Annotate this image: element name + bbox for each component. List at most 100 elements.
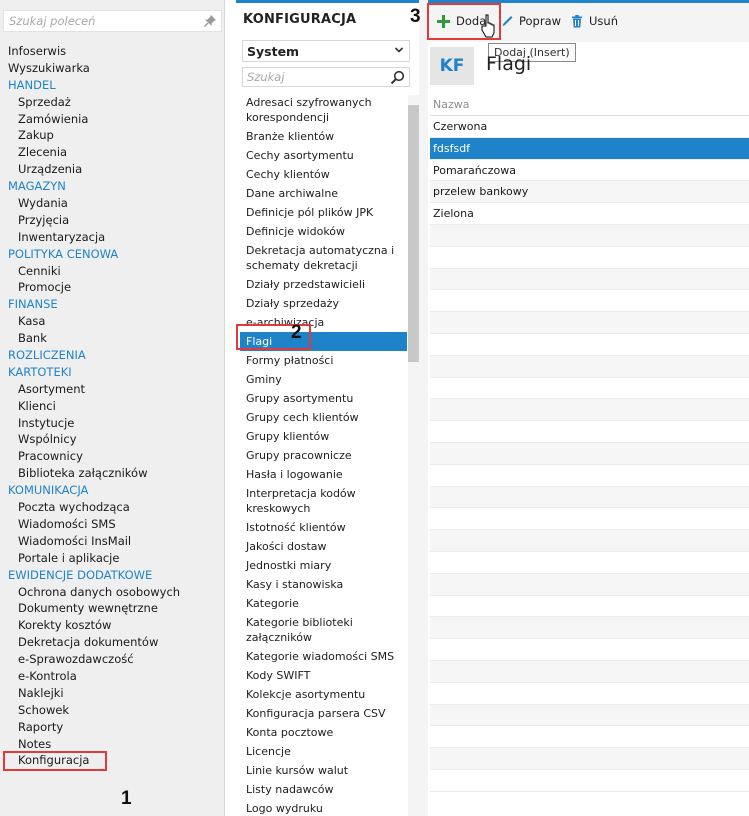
nav-item-raporty[interactable]: Raporty xyxy=(0,719,225,736)
config-item-jakosci-dostaw[interactable]: Jakości dostaw xyxy=(240,537,407,556)
nav-item-pracownicy[interactable]: Pracownicy xyxy=(0,448,225,465)
table-row[interactable]: Czerwona xyxy=(430,116,749,138)
config-item-konta-pocztowe[interactable]: Konta pocztowe xyxy=(240,723,407,742)
command-search-input[interactable] xyxy=(4,11,194,31)
nav-item-urzadzenia[interactable]: Urządzenia xyxy=(0,161,225,178)
nav-item-biblioteka-zalacznikow[interactable]: Biblioteka załączników xyxy=(0,465,225,482)
config-item-kategorie-wiadomosci-sms[interactable]: Kategorie wiadomości SMS xyxy=(240,647,407,666)
nav-item-wyszukiwarka[interactable]: Wyszukiwarka xyxy=(0,60,225,77)
table-row[interactable]: przelew bankowy xyxy=(430,181,749,204)
config-item-cechy-klientow[interactable]: Cechy klientów xyxy=(240,165,407,184)
pin-icon[interactable] xyxy=(203,14,217,28)
config-item-cechy-asortymentu[interactable]: Cechy asortymentu xyxy=(240,146,407,165)
nav-item-schowek[interactable]: Schowek xyxy=(0,702,225,719)
nav-section-finanse[interactable]: FINANSE xyxy=(0,296,225,313)
config-item-jednostki-miary[interactable]: Jednostki miary xyxy=(240,556,407,575)
nav-item-zakup[interactable]: Zakup xyxy=(0,127,225,144)
nav-section-komunikacja[interactable]: KOMUNIKACJA xyxy=(0,482,225,499)
nav-item-klienci[interactable]: Klienci xyxy=(0,398,225,415)
command-search[interactable] xyxy=(3,10,222,32)
nav-item-notes[interactable]: Notes xyxy=(0,736,225,753)
nav-item-wydania[interactable]: Wydania xyxy=(0,195,225,212)
nav-item-inwentaryzacja[interactable]: Inwentaryzacja xyxy=(0,229,225,246)
kf-badge: KF xyxy=(430,47,474,85)
search-icon[interactable] xyxy=(390,70,405,85)
panel-divider[interactable] xyxy=(419,0,428,816)
config-item-dzialy-sprzedazy[interactable]: Działy sprzedaży xyxy=(240,294,407,313)
column-header-name[interactable]: Nazwa xyxy=(430,93,749,116)
config-item-dzialy-przedstawicieli[interactable]: Działy przedstawicieli xyxy=(240,275,407,294)
config-item-formy-platnosci[interactable]: Formy płatności xyxy=(240,351,407,370)
nav-item-cenniki[interactable]: Cenniki xyxy=(0,263,225,280)
config-item-konfiguracja-parsera-csv[interactable]: Konfiguracja parsera CSV xyxy=(240,704,407,723)
nav-item-sprzedaz[interactable]: Sprzedaż xyxy=(0,94,225,111)
nav-item-infoserwis[interactable]: Infoserwis xyxy=(0,43,225,60)
config-item-grupy-cech-klientow[interactable]: Grupy cech klientów xyxy=(240,408,407,427)
config-item-hasla-i-logowanie[interactable]: Hasła i logowanie xyxy=(240,465,407,484)
config-item-grupy-klientow[interactable]: Grupy klientów xyxy=(240,427,407,446)
nav-item-naklejki[interactable]: Naklejki xyxy=(0,685,225,702)
nav-item-wiadomosci-sms[interactable]: Wiadomości SMS xyxy=(0,516,225,533)
config-item-dekretacja-automatyczna-i-schematy-dekretacji[interactable]: Dekretacja automatyczna i schematy dekre… xyxy=(240,241,407,275)
config-item-flagi[interactable]: Flagi 2 xyxy=(236,323,407,351)
nav-item-wiadomosci-insmail[interactable]: Wiadomości InsMail xyxy=(0,533,225,550)
nav-item-korekty-kosztow[interactable]: Korekty kosztów xyxy=(0,617,225,634)
nav-item-portale-i-aplikacje[interactable]: Portale i aplikacje xyxy=(0,550,225,567)
config-item-licencje[interactable]: Licencje xyxy=(240,742,407,761)
nav-item-poczta-wychodzaca[interactable]: Poczta wychodząca xyxy=(0,499,225,516)
nav-item-zlecenia[interactable]: Zlecenia xyxy=(0,144,225,161)
nav-item-konfiguracja[interactable]: Konfiguracja xyxy=(0,751,225,772)
category-select[interactable]: System xyxy=(242,40,410,62)
delete-button[interactable]: Usuń xyxy=(571,12,618,30)
nav-item-przyjecia[interactable]: Przyjęcia xyxy=(0,212,225,229)
empty-table-row xyxy=(430,247,749,269)
config-item-logo-wydruku[interactable]: Logo wydruku xyxy=(240,799,407,816)
config-item-dane-archiwalne[interactable]: Dane archiwalne xyxy=(240,184,407,203)
table-row[interactable]: Pomarańczowa xyxy=(430,160,749,182)
config-item-kody-swift[interactable]: Kody SWIFT xyxy=(240,666,407,685)
config-item-branze-klientow[interactable]: Branże klientów xyxy=(240,127,407,146)
nav-item-e-kontrola[interactable]: e-Kontrola xyxy=(0,668,225,685)
config-item-istotnosc-klientow[interactable]: Istotność klientów xyxy=(240,518,407,537)
scrollbar-thumb[interactable] xyxy=(408,105,419,362)
nav-item-wspolnicy[interactable]: Wspólnicy xyxy=(0,431,225,448)
config-item-linie-kursow-walut[interactable]: Linie kursów walut xyxy=(240,761,407,780)
nav-item-zamowienia[interactable]: Zamówienia xyxy=(0,111,225,128)
nav-section-handel[interactable]: HANDEL xyxy=(0,77,225,94)
empty-table-row xyxy=(430,704,749,727)
nav-item-instytucje[interactable]: Instytucje xyxy=(0,415,225,432)
nav-section-magazyn[interactable]: MAGAZYN xyxy=(0,178,225,195)
config-item-grupy-pracownicze[interactable]: Grupy pracownicze xyxy=(240,446,407,465)
left-sidebar: InfoserwisWyszukiwarkaHANDELSprzedażZamó… xyxy=(0,0,225,816)
nav-section-ewidencje-dodatkowe[interactable]: EWIDENCJE DODATKOWE xyxy=(0,567,225,584)
nav-section-kartoteki[interactable]: KARTOTEKI xyxy=(0,364,225,381)
empty-table-row xyxy=(430,268,749,291)
edit-button[interactable]: Popraw xyxy=(501,12,561,30)
config-item-kolekcje-asortymentu[interactable]: Kolekcje asortymentu xyxy=(240,685,407,704)
config-item-listy-nadawcow[interactable]: Listy nadawców xyxy=(240,780,407,799)
config-item-kasy-i-stanowiska[interactable]: Kasy i stanowiska xyxy=(240,575,407,594)
nav-item-ochrona-danych-osobowych[interactable]: Ochrona danych osobowych xyxy=(0,584,225,601)
table-row[interactable]: fdsfsdf xyxy=(430,137,749,160)
nav-item-e-sprawozdawczosc[interactable]: e-Sprawozdawczość xyxy=(0,651,225,668)
nav-item-asortyment[interactable]: Asortyment xyxy=(0,381,225,398)
nav-item-kasa[interactable]: Kasa xyxy=(0,313,225,330)
configuration-panel: KONFIGURACJA System Adresaci szyfrowanyc… xyxy=(236,0,419,816)
config-item-kategorie[interactable]: Kategorie xyxy=(240,594,407,613)
nav-item-promocje[interactable]: Promocje xyxy=(0,279,225,296)
table-row[interactable]: Zielona xyxy=(430,203,749,225)
nav-item-dokumenty-wewnetrzne[interactable]: Dokumenty wewnętrzne xyxy=(0,600,225,617)
nav-section-polityka-cenowa[interactable]: POLITYKA CENOWA xyxy=(0,246,225,263)
nav-item-dekretacja-dokumentow[interactable]: Dekretacja dokumentów xyxy=(0,634,225,651)
config-item-gminy[interactable]: Gminy xyxy=(240,370,407,389)
configuration-search-input[interactable] xyxy=(243,68,383,86)
nav-item-bank[interactable]: Bank xyxy=(0,330,225,347)
configuration-search[interactable] xyxy=(242,67,410,87)
nav-section-rozliczenia[interactable]: ROZLICZENIA xyxy=(0,347,225,364)
config-item-definicje-pol-plikow-jpk[interactable]: Definicje pól plików JPK xyxy=(240,203,407,222)
config-item-interpretacja-kodow-kreskowych[interactable]: Interpretacja kodów kreskowych xyxy=(240,484,407,518)
config-item-adresaci-szyfrowanych-korespondencji[interactable]: Adresaci szyfrowanych korespondencji xyxy=(240,93,407,127)
config-item-grupy-asortymentu[interactable]: Grupy asortymentu xyxy=(240,389,407,408)
config-item-kategorie-biblioteki-zalacznikow[interactable]: Kategorie biblioteki załączników xyxy=(240,613,407,647)
config-item-definicje-widokow[interactable]: Definicje widoków xyxy=(240,222,407,241)
